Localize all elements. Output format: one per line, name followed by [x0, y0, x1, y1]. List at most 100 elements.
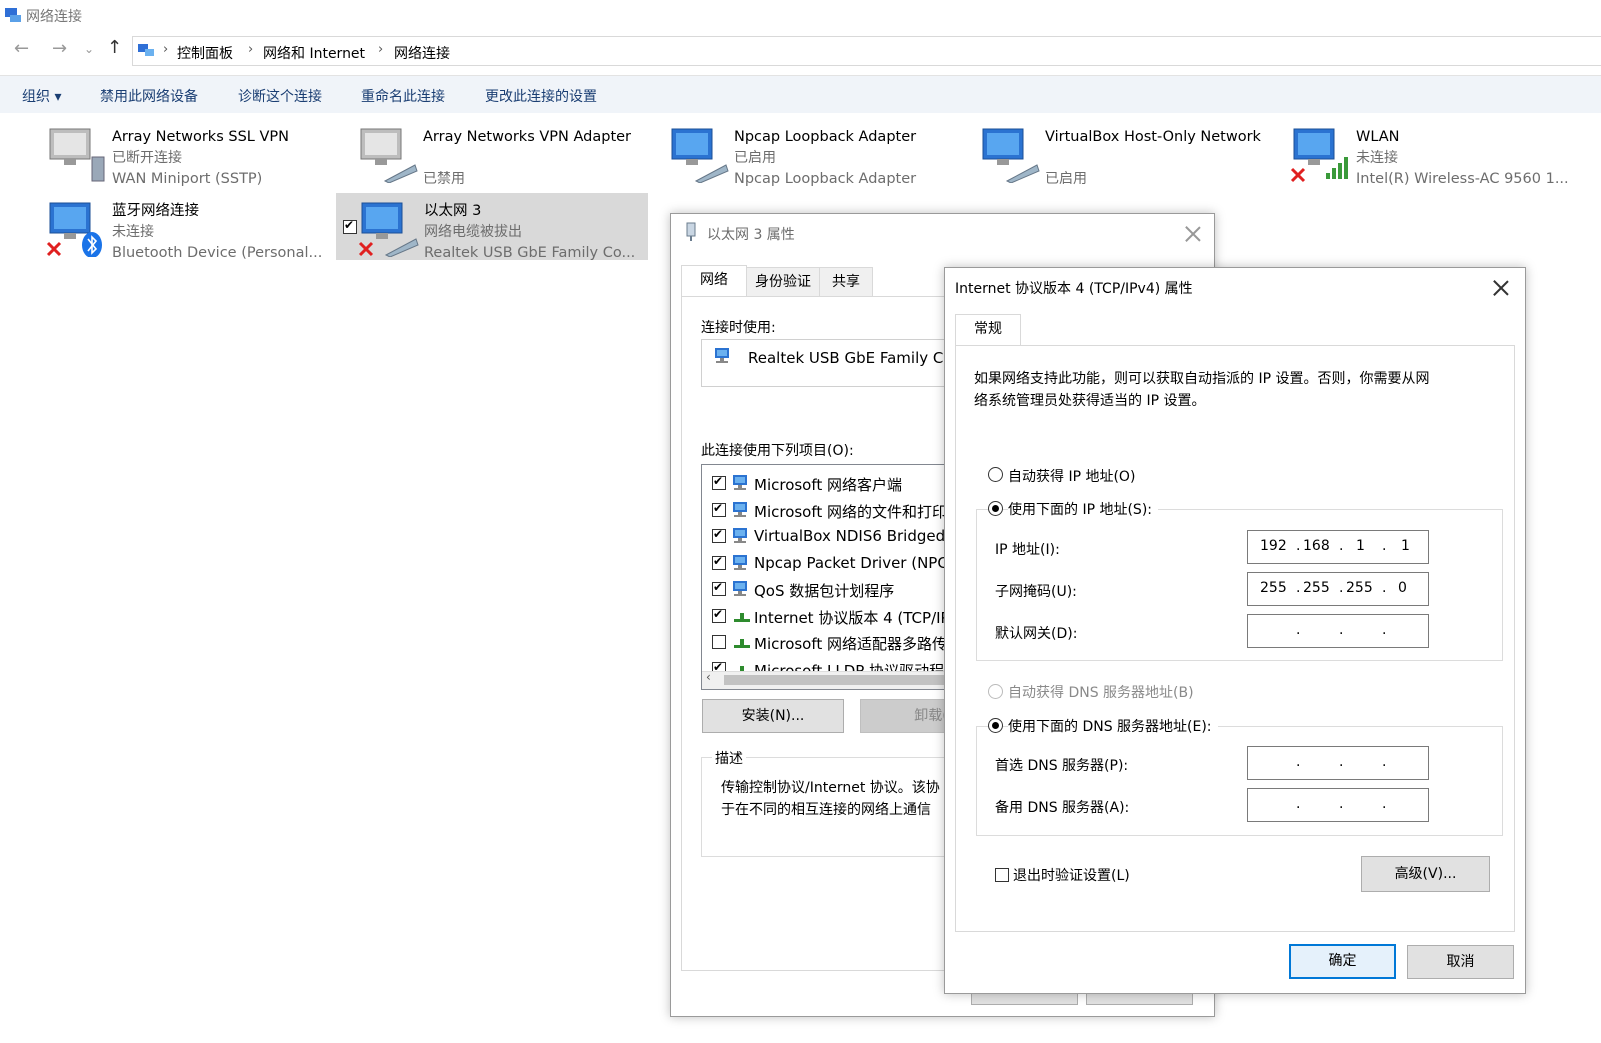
alternate-dns-input[interactable]: ... — [1247, 788, 1429, 822]
component-checkbox[interactable] — [712, 607, 726, 623]
validate-settings-label: 退出时验证设置(L) — [1013, 868, 1130, 884]
client-service-icon — [733, 501, 747, 517]
dialog-title-bar: Internet 协议版本 4 (TCP/IPv4) 属性 — [945, 268, 1525, 304]
address-box[interactable]: › 控制面板 › 网络和 Internet › 网络连接 — [132, 36, 1601, 66]
component-checkbox[interactable] — [712, 635, 726, 649]
wireless-adapter-icon — [1290, 128, 1348, 183]
auto-dns-radio[interactable] — [988, 684, 1003, 699]
connection-status: 未连接 — [1356, 150, 1398, 166]
component-label: QoS 数据包计划程序 — [754, 582, 895, 600]
connection-name: 蓝牙网络连接 — [112, 203, 199, 219]
connection-item-npcap[interactable]: Npcap Loopback Adapter 已启用 Npcap Loopbac… — [652, 119, 962, 187]
adapter-icon — [715, 348, 729, 363]
breadcrumb-network-internet[interactable]: 网络和 Internet — [263, 43, 365, 63]
connection-status: 网络电缆被拔出 — [424, 224, 522, 240]
diagnose-button[interactable]: 诊断这个连接 — [238, 86, 322, 106]
connection-status: 已断开连接 — [112, 150, 182, 166]
manual-dns-label: 使用下面的 DNS 服务器地址(E): — [1008, 716, 1218, 736]
scrollbar-thumb[interactable] — [724, 675, 954, 685]
ip-address-label: IP 地址(I): — [995, 542, 1060, 558]
tab-authentication[interactable]: 身份验证 — [746, 267, 820, 297]
tab-sharing[interactable]: 共享 — [819, 267, 873, 297]
dialog-title-bar: 以太网 3 属性 — [671, 214, 1214, 250]
default-gateway-input[interactable]: ... — [1247, 614, 1429, 648]
client-service-icon — [733, 554, 747, 570]
connection-name: 以太网 3 — [424, 203, 482, 219]
component-label: VirtualBox NDIS6 Bridged — [754, 527, 946, 545]
description-label: 描述 — [712, 748, 746, 768]
component-label: Internet 协议版本 4 (TCP/IP — [754, 608, 950, 627]
ip-address-input[interactable]: 192. 168. 1. 1 — [1247, 530, 1429, 564]
adapter-icon — [982, 128, 1040, 183]
connection-device: Npcap Loopback Adapter — [734, 171, 917, 187]
advanced-button[interactable]: 高级(V)... — [1361, 856, 1490, 892]
tab-network[interactable]: 网络 — [681, 265, 747, 297]
component-checkbox[interactable] — [712, 474, 726, 490]
connection-name: VirtualBox Host-Only Network — [1045, 129, 1261, 145]
connection-item-bluetooth[interactable]: 蓝牙网络连接 未连接 Bluetooth Device (Personal... — [30, 193, 340, 261]
auto-ip-radio[interactable] — [988, 467, 1003, 482]
manual-ip-label: 使用下面的 IP 地址(S): — [1008, 499, 1158, 519]
preferred-dns-input[interactable]: ... — [1247, 746, 1429, 780]
connection-name: Array Networks SSL VPN — [112, 129, 289, 145]
breadcrumb-control-panel[interactable]: 控制面板 — [177, 43, 233, 63]
component-checkbox[interactable] — [712, 554, 726, 570]
manual-ip-radio[interactable] — [988, 501, 1003, 516]
install-button[interactable]: 安装(N)... — [702, 699, 844, 733]
bluetooth-adapter-icon — [46, 202, 102, 257]
preferred-dns-label: 首选 DNS 服务器(P): — [995, 758, 1129, 774]
recent-chevron-icon[interactable]: ⌄ — [84, 42, 94, 56]
component-checkbox[interactable] — [712, 527, 726, 543]
connection-item-ssl-vpn[interactable]: Array Networks SSL VPN 已断开连接 WAN Minipor… — [30, 119, 340, 187]
address-bar: ← → ⌄ ↑ › 控制面板 › 网络和 Internet › 网络连接 — [0, 34, 1601, 68]
protocol-icon — [734, 639, 750, 648]
subnet-mask-input[interactable]: 255. 255. 255. 0 — [1247, 572, 1429, 606]
window-title-bar: 网络连接 — [0, 0, 1601, 30]
rename-button[interactable]: 重命名此连接 — [361, 86, 445, 106]
ipv4-properties-dialog: Internet 协议版本 4 (TCP/IPv4) 属性 常规 如果网络支持此… — [944, 267, 1526, 994]
tab-general[interactable]: 常规 — [955, 314, 1021, 346]
change-settings-button[interactable]: 更改此连接的设置 — [485, 86, 597, 106]
back-icon[interactable]: ← — [14, 38, 29, 59]
component-checkbox[interactable] — [712, 580, 726, 596]
connection-status: 未连接 — [112, 224, 154, 240]
computer-network-icon — [49, 128, 105, 182]
connection-device: Realtek USB GbE Family Co... — [424, 245, 636, 261]
connection-item-vpn-adapter[interactable]: Array Networks VPN Adapter 已禁用 — [341, 119, 651, 187]
up-icon[interactable]: ↑ — [107, 37, 122, 58]
component-label: Npcap Packet Driver (NPC — [754, 553, 948, 572]
scroll-left-icon[interactable]: ‹ — [706, 670, 711, 684]
ok-button[interactable]: 确定 — [1289, 944, 1396, 979]
disable-device-button[interactable]: 禁用此网络设备 — [100, 86, 198, 106]
connection-status: 已启用 — [1045, 171, 1087, 187]
connection-item-virtualbox[interactable]: VirtualBox Host-Only Network 已启用 — [963, 119, 1273, 187]
network-connections-icon — [5, 8, 21, 22]
connection-name: WLAN — [1356, 129, 1400, 145]
dialog-title: 以太网 3 属性 — [707, 227, 795, 243]
connection-item-ethernet3[interactable]: 以太网 3 网络电缆被拔出 Realtek USB GbE Family Co.… — [336, 193, 648, 261]
ethernet-port-icon — [686, 222, 696, 241]
manual-dns-radio[interactable] — [988, 718, 1003, 733]
auto-dns-label: 自动获得 DNS 服务器地址(B) — [1008, 685, 1194, 701]
breadcrumb-network-connections[interactable]: 网络连接 — [394, 43, 450, 63]
client-service-icon — [733, 528, 747, 543]
validate-settings-checkbox[interactable] — [995, 868, 1009, 882]
close-icon[interactable] — [1493, 280, 1509, 296]
close-icon[interactable] — [1185, 226, 1201, 242]
auto-ip-label: 自动获得 IP 地址(O) — [1008, 469, 1136, 485]
component-label: Microsoft 网络适配器多路传 — [754, 635, 948, 653]
connection-device: WAN Miniport (SSTP) — [112, 171, 263, 187]
component-checkbox[interactable] — [712, 501, 726, 517]
items-label: 此连接使用下列项目(O): — [701, 443, 854, 459]
forward-icon[interactable]: → — [52, 38, 67, 59]
intro-line-2: 络系统管理员处获得适当的 IP 设置。 — [974, 393, 1206, 409]
component-label: Microsoft 网络的文件和打印 — [754, 502, 948, 521]
organize-menu-button[interactable]: 组织 ▾ — [22, 86, 61, 106]
default-gateway-label: 默认网关(D): — [995, 626, 1078, 642]
client-service-icon — [733, 475, 747, 490]
item-select-checkbox[interactable] — [343, 218, 357, 234]
connection-item-wlan[interactable]: WLAN 未连接 Intel(R) Wireless-AC 9560 1... — [1274, 119, 1584, 187]
connection-device: Intel(R) Wireless-AC 9560 1... — [1356, 171, 1569, 187]
dialog-title: Internet 协议版本 4 (TCP/IPv4) 属性 — [955, 281, 1193, 297]
cancel-button[interactable]: 取消 — [1407, 945, 1514, 979]
